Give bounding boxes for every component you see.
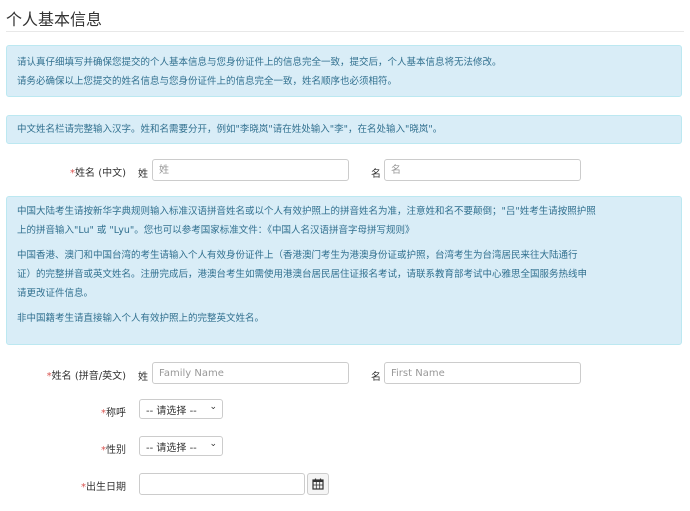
notice-pinyin-para2c: 请更改证件信息。: [17, 288, 94, 299]
notice-top-line1: 请认真仔细填写并确保您提交的个人基本信息与您身份证件上的信息完全一致，提交后，个…: [17, 57, 502, 68]
gender-label: *性别: [20, 441, 126, 456]
gender-label-text: 性别: [106, 445, 126, 456]
name-en-given-prefix: 名: [371, 372, 381, 383]
birthdate-input[interactable]: [139, 473, 305, 495]
notice-pinyin-para1a: 中国大陆考生请按新华字典规则输入标准汉语拼音姓名或以个人有效护照上的拼音姓名为准…: [17, 206, 596, 217]
title-divider: [6, 31, 684, 32]
salutation-label: *称呼: [20, 404, 126, 419]
pinyin-rules-link[interactable]: 《中国人名汉语拼音字母拼写规则》: [267, 225, 414, 236]
notice-pinyin-para3: 非中国籍考生请直接输入个人有效护照上的完整英文姓名。: [17, 313, 265, 324]
salutation-select[interactable]: -- 请选择 -- ⌄: [139, 399, 223, 419]
page-title: 个人基本信息: [6, 10, 103, 29]
notice-pinyin: 中国大陆考生请按新华字典规则输入标准汉语拼音姓名或以个人有效护照上的拼音姓名为准…: [6, 196, 682, 345]
name-cn-surname-input[interactable]: [152, 159, 349, 181]
chevron-down-icon: ⌄: [209, 402, 217, 412]
name-cn-surname-prefix: 姓: [138, 169, 148, 180]
name-cn-given-prefix: 名: [371, 169, 381, 180]
gender-selected: -- 请选择 --: [146, 443, 197, 454]
name-cn-label-text: 姓名 (中文): [75, 168, 126, 179]
notice-top-line2: 请务必确保以上您提交的姓名信息与您身份证件上的信息完全一致，姓名顺序也必须相符。: [17, 76, 398, 87]
notice-pinyin-para1b: 上的拼音输入"Lu" 或 "Lyu"。您也可以参考国家标准文件：《中国人名汉语拼…: [17, 221, 671, 240]
gender-select[interactable]: -- 请选择 -- ⌄: [139, 436, 223, 456]
notice-chinese-name-text: 中文姓名栏请完整输入汉字。姓和名需要分开，例如"李晓岚"请在姓处输入"李"，在名…: [17, 124, 443, 135]
name-en-label-text: 姓名 (拼音/英文): [51, 371, 126, 382]
birthdate-label: *出生日期: [20, 478, 126, 493]
name-en-label: *姓名 (拼音/英文): [20, 367, 126, 382]
name-cn-given-input[interactable]: [384, 159, 581, 181]
name-cn-label: *姓名 (中文): [20, 164, 126, 179]
name-en-surname-input[interactable]: [152, 362, 349, 384]
name-en-surname-prefix: 姓: [138, 372, 148, 383]
notice-chinese-name: 中文姓名栏请完整输入汉字。姓和名需要分开，例如"李晓岚"请在姓处输入"李"，在名…: [6, 115, 682, 144]
notice-pinyin-para2a: 中国香港、澳门和中国台湾的考生请输入个人有效身份证件上（香港澳门考生为港澳身份证…: [17, 250, 578, 261]
name-en-given-input[interactable]: [384, 362, 581, 384]
salutation-selected: -- 请选择 --: [146, 406, 197, 417]
notice-pinyin-para2b: 证）的完整拼音或英文姓名。注册完成后，港澳台考生如需使用港澳台居民居住证报名考试…: [17, 269, 588, 280]
notice-pinyin-para1b-text: 上的拼音输入"Lu" 或 "Lyu"。您也可以参考国家标准文件：: [17, 225, 268, 236]
notice-top: 请认真仔细填写并确保您提交的个人基本信息与您身份证件上的信息完全一致，提交后，个…: [6, 45, 682, 97]
chevron-down-icon: ⌄: [209, 439, 217, 449]
birthdate-label-text: 出生日期: [86, 482, 126, 493]
salutation-label-text: 称呼: [106, 408, 126, 419]
calendar-icon: [312, 478, 324, 490]
calendar-button[interactable]: [307, 473, 329, 495]
